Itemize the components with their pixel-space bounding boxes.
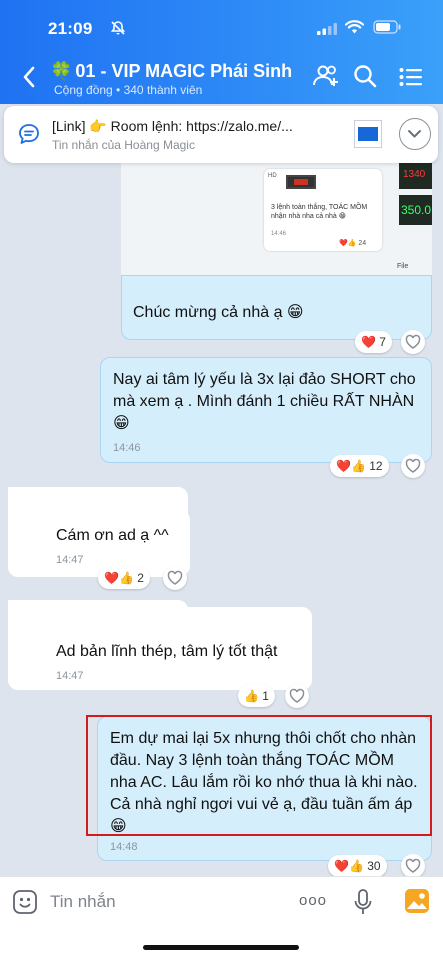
reaction-summary[interactable]: ❤️ 7 xyxy=(355,331,392,353)
file-label: File xyxy=(397,263,409,270)
react-heart-button[interactable] xyxy=(401,854,425,878)
menu-list-icon[interactable] xyxy=(399,67,423,92)
image-caption: 3 lệnh toàn thắng, TOÁC MỒM nhận nhà nha… xyxy=(271,204,368,220)
pinned-text: [Link] 👉 Room lệnh: https://zalo.me/... xyxy=(52,118,293,134)
reaction-icons: ❤️👍 xyxy=(336,459,366,473)
sticker-smile-icon[interactable] xyxy=(12,889,38,920)
pinned-thumbnail xyxy=(354,120,382,148)
pinned-message-bar[interactable]: [Link] 👉 Room lệnh: https://zalo.me/... … xyxy=(4,106,438,163)
chat-header: 21:09 🍀 01 - VIP MAGIC Phái Sinh Cộng đồn… xyxy=(0,0,443,104)
message-text: Nay ai tâm lý yếu là 3x lại đảo SHORT ch… xyxy=(113,371,416,432)
price-box-2: 350.0 xyxy=(399,195,432,225)
message-time: 14:47 xyxy=(56,554,84,566)
reaction-count: 1 xyxy=(262,689,269,703)
pinned-sender: Tin nhắn của Hoàng Magic xyxy=(52,138,195,152)
price-1: 1340 xyxy=(403,169,426,180)
message-time: 14:48 xyxy=(110,841,138,853)
group-name: 01 - VIP MAGIC Phái Sinh xyxy=(75,61,293,81)
heart-outline-icon xyxy=(405,858,421,873)
chevron-down-icon xyxy=(408,130,421,138)
shared-image[interactable]: HD 3 lệnh toàn thắng, TOÁC MỒM nhận nhà … xyxy=(121,163,432,275)
hd-badge: HD xyxy=(268,173,277,179)
group-subtitle: Cộng đồng • 340 thành viên xyxy=(54,83,203,97)
highlight-frame xyxy=(86,715,432,836)
heart-outline-icon xyxy=(167,570,183,585)
group-title[interactable]: 🍀 01 - VIP MAGIC Phái Sinh xyxy=(50,61,292,82)
status-time: 21:09 xyxy=(48,19,93,38)
message-text: Chúc mừng cả nhà ạ 😁 xyxy=(133,304,304,321)
price-box-1: 1340 xyxy=(399,163,432,189)
more-options-icon[interactable]: ooo xyxy=(299,892,327,909)
microphone-icon[interactable] xyxy=(353,888,373,921)
react-heart-button[interactable] xyxy=(163,566,187,590)
silent-bell-icon xyxy=(110,20,126,41)
message-input[interactable]: Tin nhắn xyxy=(50,892,116,912)
react-heart-button[interactable] xyxy=(285,684,309,708)
expand-pinned-button[interactable] xyxy=(399,118,431,150)
chat-bubble-icon xyxy=(18,123,40,150)
reaction-summary[interactable]: 👍 1 xyxy=(238,685,275,707)
group-members-icon[interactable] xyxy=(312,64,340,93)
image-time: 14:46 xyxy=(271,231,287,237)
price-2: 350.0 xyxy=(401,203,432,217)
reaction-count: 7 xyxy=(379,335,386,349)
status-bar: 21:09 xyxy=(0,0,443,48)
image-reaction: ❤️👍 24 xyxy=(339,240,367,247)
react-heart-button[interactable] xyxy=(401,330,425,354)
reaction-icons: ❤️👍 xyxy=(334,859,364,873)
reaction-icons: ❤️ xyxy=(361,335,376,349)
image-thumb xyxy=(286,175,316,189)
heart-outline-icon xyxy=(289,688,305,703)
cellular-signal-icon xyxy=(317,22,337,40)
message-time: 14:46 xyxy=(113,442,141,454)
clover-icon: 🍀 xyxy=(50,61,73,81)
reaction-summary[interactable]: ❤️👍 12 xyxy=(330,455,389,477)
search-icon[interactable] xyxy=(353,64,377,93)
home-indicator xyxy=(143,945,299,950)
heart-outline-icon xyxy=(405,458,421,473)
message-text: Cám ơn ad ạ ^^ xyxy=(56,527,169,544)
reaction-count: 30 xyxy=(367,859,381,873)
reaction-icons: 👍 xyxy=(244,689,259,703)
reaction-icons: ❤️👍 xyxy=(104,571,134,585)
heart-outline-icon xyxy=(405,334,421,349)
battery-icon xyxy=(373,20,401,39)
reaction-summary[interactable]: ❤️👍 30 xyxy=(328,855,387,877)
message-time: 14:47 xyxy=(56,670,84,682)
wifi-icon xyxy=(344,20,365,39)
reaction-summary[interactable]: ❤️👍 2 xyxy=(98,567,150,589)
back-arrow-icon[interactable] xyxy=(22,66,36,93)
nav-bar: 🍀 01 - VIP MAGIC Phái Sinh Cộng đồng • 34… xyxy=(0,52,443,100)
message-text: Ad bản lĩnh thép, tâm lý tốt thật xyxy=(56,643,278,660)
gallery-image-icon[interactable] xyxy=(404,888,430,919)
reaction-count: 2 xyxy=(137,571,144,585)
reaction-count: 12 xyxy=(369,459,383,473)
react-heart-button[interactable] xyxy=(401,454,425,478)
